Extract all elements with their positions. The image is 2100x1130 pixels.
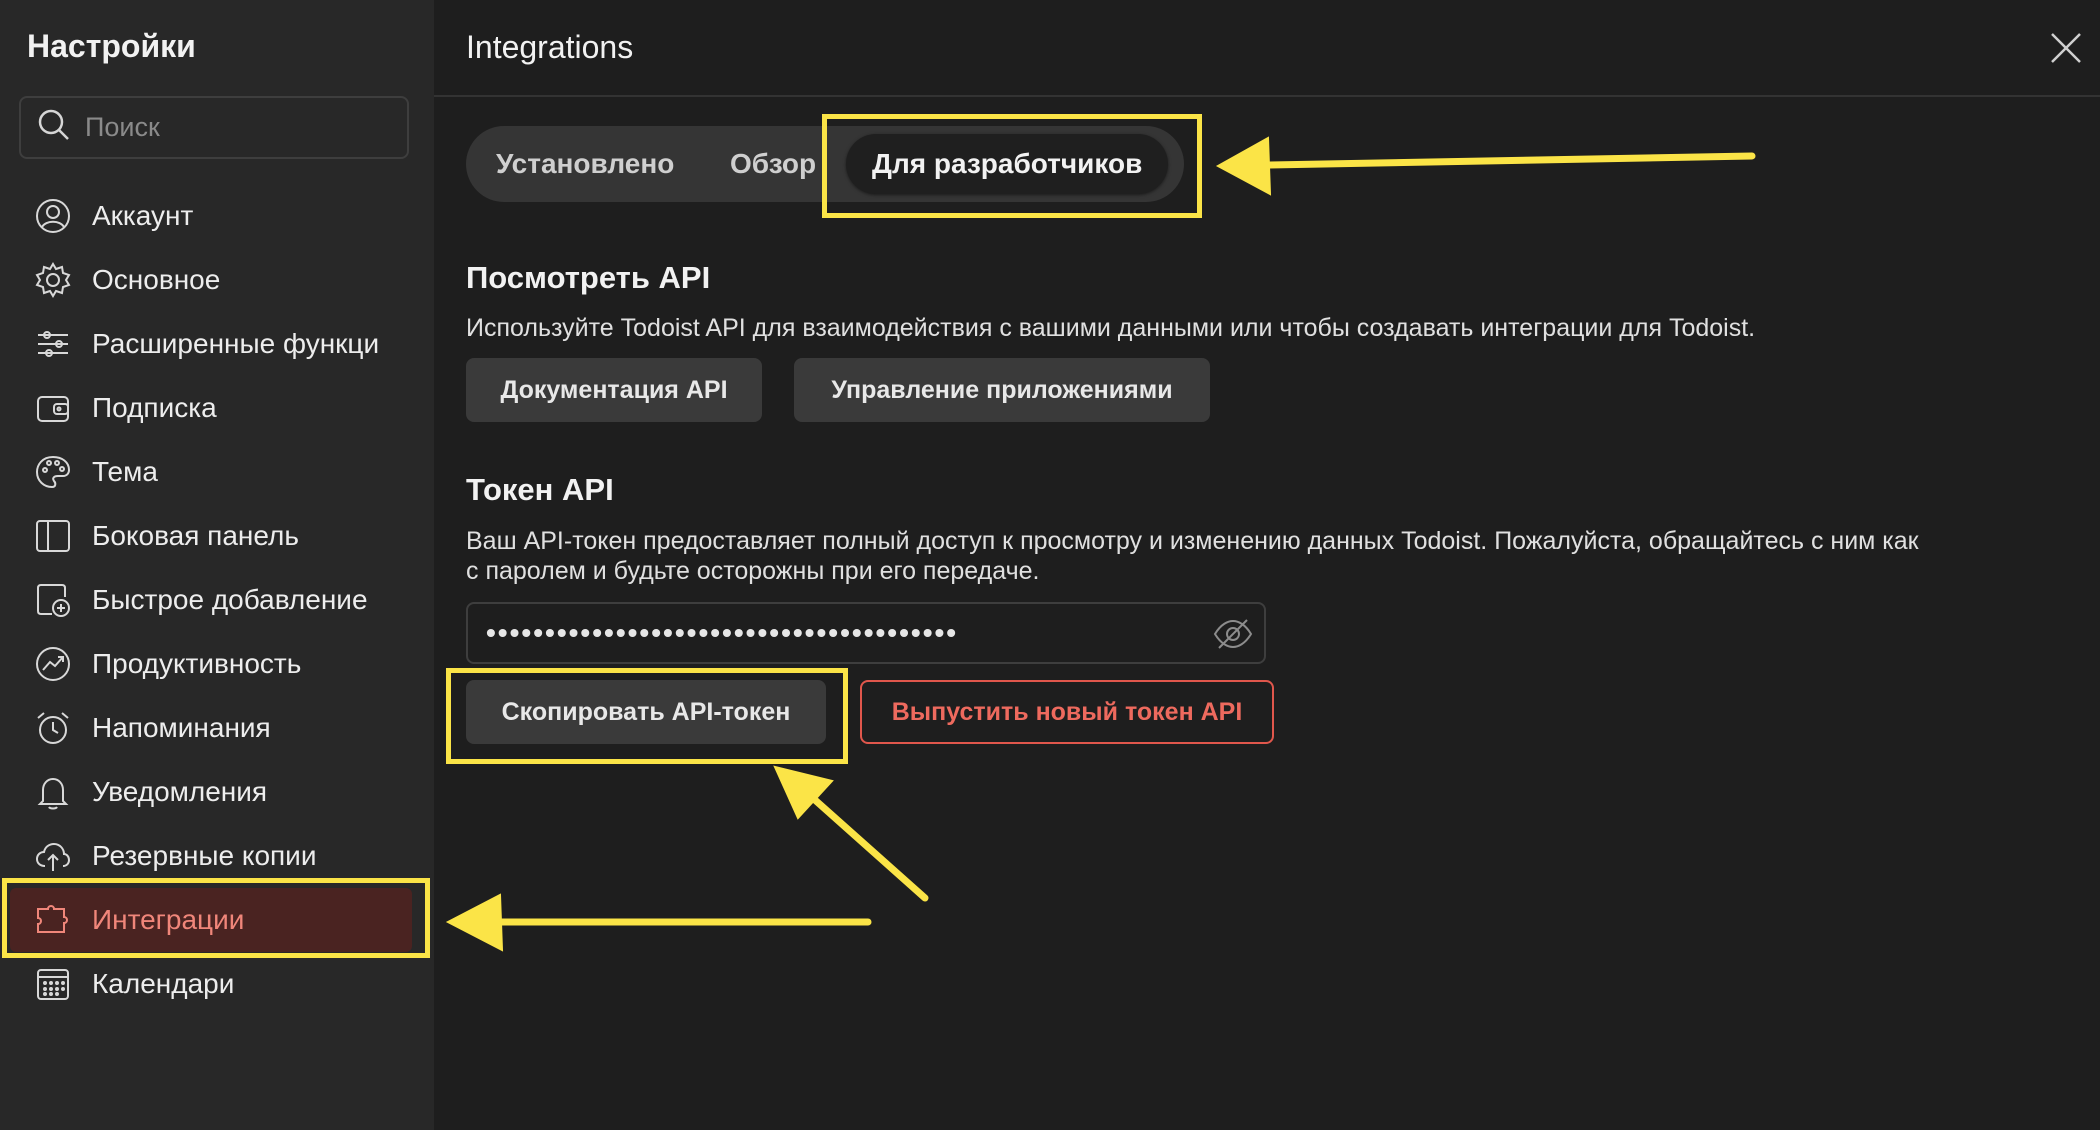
api-section-heading: Посмотреть API bbox=[466, 260, 711, 295]
palette-icon bbox=[34, 453, 72, 491]
sidebar-item-integrations[interactable]: Интеграции bbox=[10, 888, 412, 952]
close-icon bbox=[2051, 33, 2081, 63]
sidebar-item-backups[interactable]: Резервные копии bbox=[10, 824, 412, 888]
sidebar-item-label: Боковая панель bbox=[92, 520, 299, 551]
page-title: Integrations bbox=[466, 29, 634, 65]
sidebar-item-label: Календари bbox=[92, 968, 235, 999]
sidebar-item-general[interactable]: Основное bbox=[10, 248, 412, 312]
tab-browse[interactable]: Обзор bbox=[730, 126, 816, 202]
tab-developers[interactable]: Для разработчиков bbox=[846, 134, 1169, 194]
sidebar-item-reminders[interactable]: Напоминания bbox=[10, 696, 412, 760]
productivity-icon bbox=[34, 645, 72, 683]
bell-icon bbox=[34, 773, 72, 811]
settings-sidebar: Настройки Аккаунт Основное Расширенные ф… bbox=[0, 0, 434, 1130]
sidebar-item-label: Тема bbox=[92, 456, 158, 487]
integrations-tabs: Установлено Обзор Для разработчиков bbox=[466, 126, 1184, 202]
manage-apps-button[interactable]: Управление приложениями bbox=[794, 358, 1210, 422]
sidebar-item-label: Подписка bbox=[92, 392, 217, 423]
quick-add-icon bbox=[34, 581, 72, 619]
sidebar-item-label: Продуктивность bbox=[92, 648, 302, 679]
arrow-to-copy-head bbox=[773, 765, 834, 820]
sidebar-item-calendars[interactable]: Календари bbox=[10, 952, 412, 1016]
token-description-line2: с паролем и будьте осторожны при его пер… bbox=[466, 557, 1040, 585]
search-icon bbox=[37, 108, 71, 147]
sidebar-item-productivity[interactable]: Продуктивность bbox=[10, 632, 412, 696]
sidebar-item-label: Интеграции bbox=[92, 904, 245, 935]
eye-off-icon[interactable] bbox=[1212, 616, 1254, 652]
api-token-field[interactable]: •••••••••••••••••••••••••••••••••••••••• bbox=[466, 602, 1266, 664]
gear-icon bbox=[34, 261, 72, 299]
alarm-icon bbox=[34, 709, 72, 747]
calendar-icon bbox=[34, 965, 72, 1003]
reissue-token-button[interactable]: Выпустить новый токен API bbox=[860, 680, 1274, 744]
wallet-icon bbox=[34, 389, 72, 427]
arrow-to-copy bbox=[811, 796, 929, 902]
account-icon bbox=[34, 197, 72, 235]
sidebar-item-subscription[interactable]: Подписка bbox=[10, 376, 412, 440]
header-divider bbox=[434, 95, 2100, 97]
token-description-line1: Ваш API-токен предоставляет полный досту… bbox=[466, 527, 1919, 555]
arrow-to-tabs-head bbox=[1215, 136, 1272, 196]
api-section-description: Используйте Todoist API для взаимодейств… bbox=[466, 314, 1756, 342]
search-box[interactable] bbox=[19, 96, 409, 159]
puzzle-icon bbox=[34, 901, 72, 939]
tab-installed[interactable]: Установлено bbox=[496, 126, 674, 202]
sidebar-icon bbox=[34, 517, 72, 555]
arrow-to-integrations-head bbox=[445, 893, 504, 952]
cloud-upload-icon bbox=[34, 837, 72, 875]
api-token-masked: •••••••••••••••••••••••••••••••••••••••• bbox=[486, 617, 959, 648]
arrow-to-tabs bbox=[1264, 152, 1756, 169]
copy-token-button[interactable]: Скопировать API-токен bbox=[466, 680, 826, 744]
sidebar-item-quick-add[interactable]: Быстрое добавление bbox=[10, 568, 412, 632]
sliders-icon bbox=[34, 325, 72, 363]
sidebar-item-label: Расширенные функци bbox=[92, 328, 380, 359]
sidebar-title: Настройки bbox=[27, 28, 196, 64]
sidebar-item-label: Напоминания bbox=[92, 712, 271, 743]
sidebar-item-notifications[interactable]: Уведомления bbox=[10, 760, 412, 824]
token-section-heading: Токен API bbox=[466, 472, 614, 507]
close-button[interactable] bbox=[2048, 30, 2084, 66]
sidebar-item-label: Резервные копии bbox=[92, 840, 317, 871]
sidebar-item-sidebar[interactable]: Боковая панель bbox=[10, 504, 412, 568]
api-docs-button[interactable]: Документация API bbox=[466, 358, 762, 422]
sidebar-item-label: Основное bbox=[92, 264, 221, 295]
sidebar-item-label: Аккаунт bbox=[92, 200, 194, 231]
sidebar-item-account[interactable]: Аккаунт bbox=[10, 184, 412, 248]
sidebar-item-label: Быстрое добавление bbox=[92, 584, 368, 615]
sidebar-item-advanced[interactable]: Расширенные функци bbox=[10, 312, 412, 376]
sidebar-item-label: Уведомления bbox=[92, 776, 268, 807]
search-input[interactable] bbox=[85, 112, 385, 143]
sidebar-item-theme[interactable]: Тема bbox=[10, 440, 412, 504]
